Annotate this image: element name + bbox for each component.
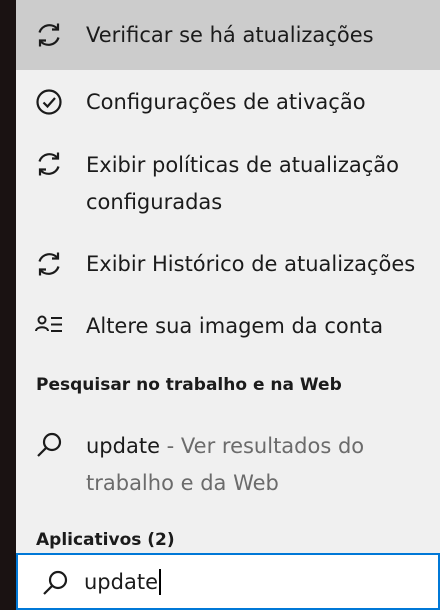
- result-check-updates[interactable]: Verificar se há atualizações: [16, 0, 440, 70]
- sync-icon: [34, 149, 64, 179]
- section-header-web: Pesquisar no trabalho e na Web: [36, 375, 342, 395]
- check-circle-icon: [34, 87, 64, 117]
- result-label: Configurações de ativação: [86, 90, 366, 114]
- text-caret: [159, 569, 161, 595]
- search-icon: [40, 569, 70, 603]
- result-label: Verificar se há atualizações: [86, 23, 374, 47]
- search-bar[interactable]: update: [16, 553, 440, 610]
- account-list-icon: [34, 311, 64, 341]
- result-label: Exibir Histórico de atualizações: [86, 252, 416, 276]
- search-input[interactable]: update: [84, 567, 384, 597]
- web-result-text: update - Ver resultados do trabalho e da…: [86, 428, 440, 506]
- section-header-apps: Aplicativos (2): [36, 530, 175, 550]
- search-value: update: [84, 570, 158, 594]
- result-label: Altere sua imagem da conta: [86, 314, 384, 338]
- result-update-policies[interactable]: Exibir políticas de atualização configur…: [16, 134, 440, 232]
- search-results-panel: Verificar se há atualizações Configuraçõ…: [16, 0, 440, 553]
- search-icon: [34, 431, 64, 461]
- sync-icon: [34, 20, 64, 50]
- result-web-search[interactable]: update - Ver resultados do trabalho e da…: [16, 418, 440, 510]
- result-update-history[interactable]: Exibir Histórico de atualizações: [16, 232, 440, 296]
- sync-icon: [34, 249, 64, 279]
- result-label: Exibir políticas de atualização configur…: [86, 153, 399, 214]
- web-query: update: [86, 434, 160, 458]
- result-activation-settings[interactable]: Configurações de ativação: [16, 70, 440, 134]
- result-account-picture[interactable]: Altere sua imagem da conta: [16, 296, 440, 360]
